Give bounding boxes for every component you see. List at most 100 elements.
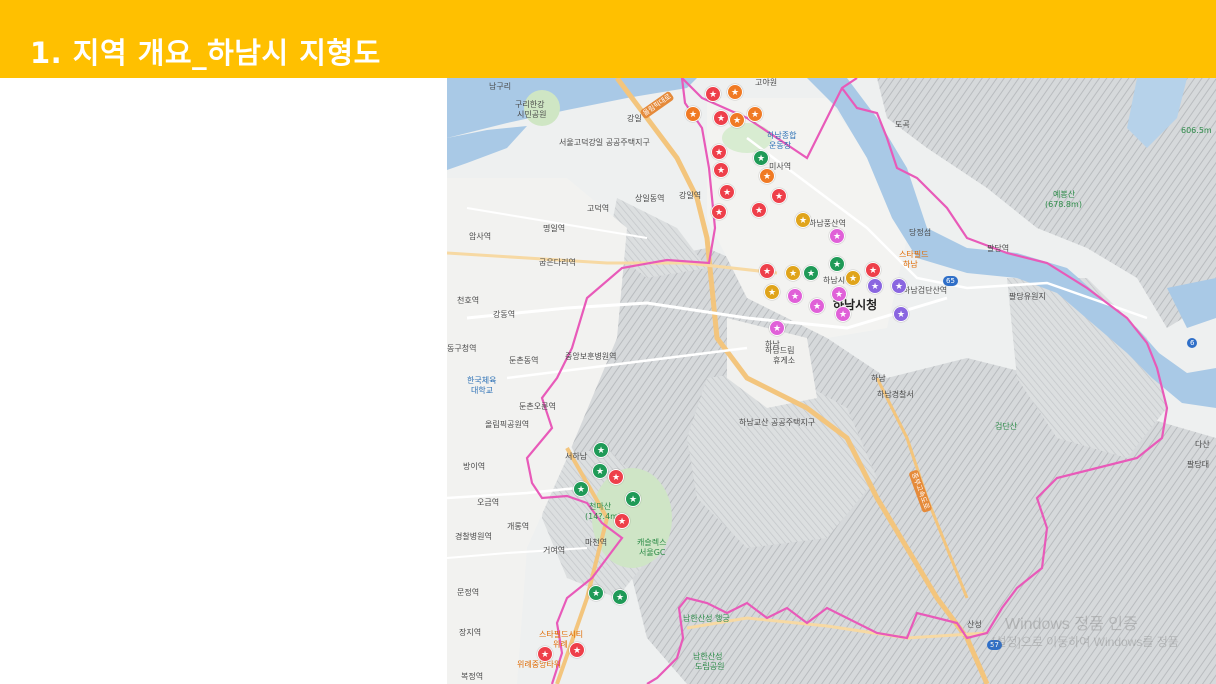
map-marker[interactable]: ★: [625, 491, 641, 507]
label-yebongsan-1: 예봉산: [1053, 190, 1076, 199]
label-paldangdae: 팔당대: [1187, 460, 1210, 469]
map-marker[interactable]: ★: [803, 265, 819, 281]
label-jungang-hospital: 중앙보훈병원역: [565, 352, 617, 361]
label-dasan: 다산: [1195, 440, 1210, 449]
map-marker[interactable]: ★: [719, 184, 735, 200]
label-godeok-station: 고덕역: [587, 204, 610, 213]
label-namhansanseong-3: 도립공원: [695, 662, 725, 671]
label-sanseong: 산성: [967, 620, 982, 629]
map-marker[interactable]: ★: [747, 106, 763, 122]
map-marker[interactable]: ★: [751, 202, 767, 218]
label-wirye-tower: 위례중앙타워: [517, 660, 562, 669]
map-marker[interactable]: ★: [537, 646, 553, 662]
label-yebongsan-2: (678.8m): [1045, 200, 1082, 209]
map-view[interactable]: 남구리 구리한강 시민공원 고야원 강일 하남종합 운동장 서울고덕강일 공공주…: [447, 78, 1216, 684]
map-marker[interactable]: ★: [705, 86, 721, 102]
map-marker[interactable]: ★: [795, 212, 811, 228]
map-marker[interactable]: ★: [865, 262, 881, 278]
label-gildong: 동구청역: [447, 344, 477, 353]
label-bokjeong: 복정역: [461, 672, 484, 681]
map-marker[interactable]: ★: [831, 286, 847, 302]
map-marker[interactable]: ★: [573, 481, 589, 497]
map-marker[interactable]: ★: [711, 144, 727, 160]
label-munjeong: 문정역: [457, 588, 480, 597]
label-hanam-pungsan: 하남풍산역: [809, 219, 846, 228]
map-marker[interactable]: ★: [845, 270, 861, 286]
label-gangil-station: 강일역: [679, 191, 702, 200]
label-amsa-station: 암사역: [469, 232, 492, 241]
label-hanam-geomdan: 하남검단산역: [903, 286, 948, 295]
activation-watermark-line2: [설정]으로 이동하여 Windows를 정품: [992, 635, 1179, 649]
label-guri-hangang: 구리한강: [515, 100, 545, 109]
map-marker[interactable]: ★: [829, 228, 845, 244]
map-marker[interactable]: ★: [713, 162, 729, 178]
map-marker[interactable]: ★: [867, 278, 883, 294]
map-marker[interactable]: ★: [592, 463, 608, 479]
label-hanam-police: 하남경찰서: [877, 390, 914, 399]
map-marker[interactable]: ★: [785, 265, 801, 281]
label-gyeongchal-hospital: 경찰병원역: [455, 532, 492, 541]
map-marker[interactable]: ★: [614, 513, 630, 529]
label-hanam-sports: 하남종합: [767, 131, 797, 140]
label-knsu-2: 대학교: [471, 386, 494, 395]
map-marker[interactable]: ★: [569, 642, 585, 658]
map-marker[interactable]: ★: [685, 106, 701, 122]
map-marker[interactable]: ★: [759, 263, 775, 279]
label-gangdong-station: 강동역: [493, 310, 516, 319]
page-title: 1. 지역 개요_하남시 지형도: [30, 36, 381, 70]
label-geomdansan: 검단산: [995, 422, 1018, 431]
label-geoyeo: 거여역: [543, 546, 566, 555]
activation-watermark-line1: Windows 정품 인증: [1005, 616, 1138, 633]
label-cheonho-station: 천호역: [457, 296, 480, 305]
label-namhansanseong-2: 남한산성: [693, 652, 723, 661]
map-marker[interactable]: ★: [729, 112, 745, 128]
label-sangil-station: 상일동역: [635, 194, 665, 203]
label-cheonmasan: 천마산: [589, 502, 612, 511]
map-marker[interactable]: ★: [713, 110, 729, 126]
map-marker[interactable]: ★: [829, 256, 845, 272]
label-starfield-city-2: 위례: [553, 640, 568, 649]
label-goyawon: 고야원: [755, 78, 778, 87]
map-marker[interactable]: ★: [711, 204, 727, 220]
map-marker[interactable]: ★: [593, 442, 609, 458]
map-marker[interactable]: ★: [764, 284, 780, 300]
map-marker[interactable]: ★: [588, 585, 604, 601]
map-marker[interactable]: ★: [771, 188, 787, 204]
map-marker[interactable]: ★: [608, 469, 624, 485]
terrain-map-svg: [447, 78, 1216, 684]
label-starfield-city-1: 스타필드시티: [539, 630, 584, 639]
label-dunchon-oryun: 둔촌오륜역: [519, 402, 556, 411]
label-castlex-1: 캐슬렉스: [637, 538, 667, 547]
label-myeongil-station: 명일역: [543, 224, 566, 233]
map-marker[interactable]: ★: [769, 320, 785, 336]
label-dangjeong: 당정섬: [909, 228, 932, 237]
label-gyosan-housing: 하남교산 공공주택지구: [739, 418, 816, 427]
label-namhansanseong-1: 남한산성 행궁: [683, 614, 730, 623]
label-gubeundari-station: 굽은다리역: [539, 258, 576, 267]
label-simin-park: 시민공원: [517, 110, 547, 119]
map-marker[interactable]: ★: [809, 298, 825, 314]
map-marker[interactable]: ★: [835, 306, 851, 322]
label-gangil: 강일: [627, 114, 642, 123]
label-castlex-2: 서울GC: [639, 548, 666, 557]
label-namguri: 남구리: [489, 82, 512, 91]
label-starfield-hanam-1: 스타필드: [899, 250, 929, 259]
map-marker[interactable]: ★: [727, 84, 743, 100]
map-marker[interactable]: ★: [612, 589, 628, 605]
label-dunchondong-station: 둔촌동역: [509, 356, 539, 365]
label-bangi: 방이역: [463, 462, 486, 471]
label-macheon: 마천역: [585, 538, 608, 547]
label-route-65: 65: [943, 276, 958, 286]
header-bar: 1. 지역 개요_하남시 지형도: [0, 0, 1216, 78]
label-seohanam: 서하남: [565, 452, 588, 461]
label-ogeum: 오금역: [477, 498, 500, 507]
map-marker[interactable]: ★: [787, 288, 803, 304]
map-marker[interactable]: ★: [753, 150, 769, 166]
label-mountain-606: 606.5m: [1181, 126, 1212, 135]
map-marker[interactable]: ★: [891, 278, 907, 294]
label-hanam-ic: 하남: [871, 374, 886, 383]
map-marker[interactable]: ★: [759, 168, 775, 184]
label-sports-ground: 운동장: [769, 141, 792, 150]
map-marker[interactable]: ★: [893, 306, 909, 322]
label-paldang-resort: 팔당유원지: [1009, 292, 1046, 301]
